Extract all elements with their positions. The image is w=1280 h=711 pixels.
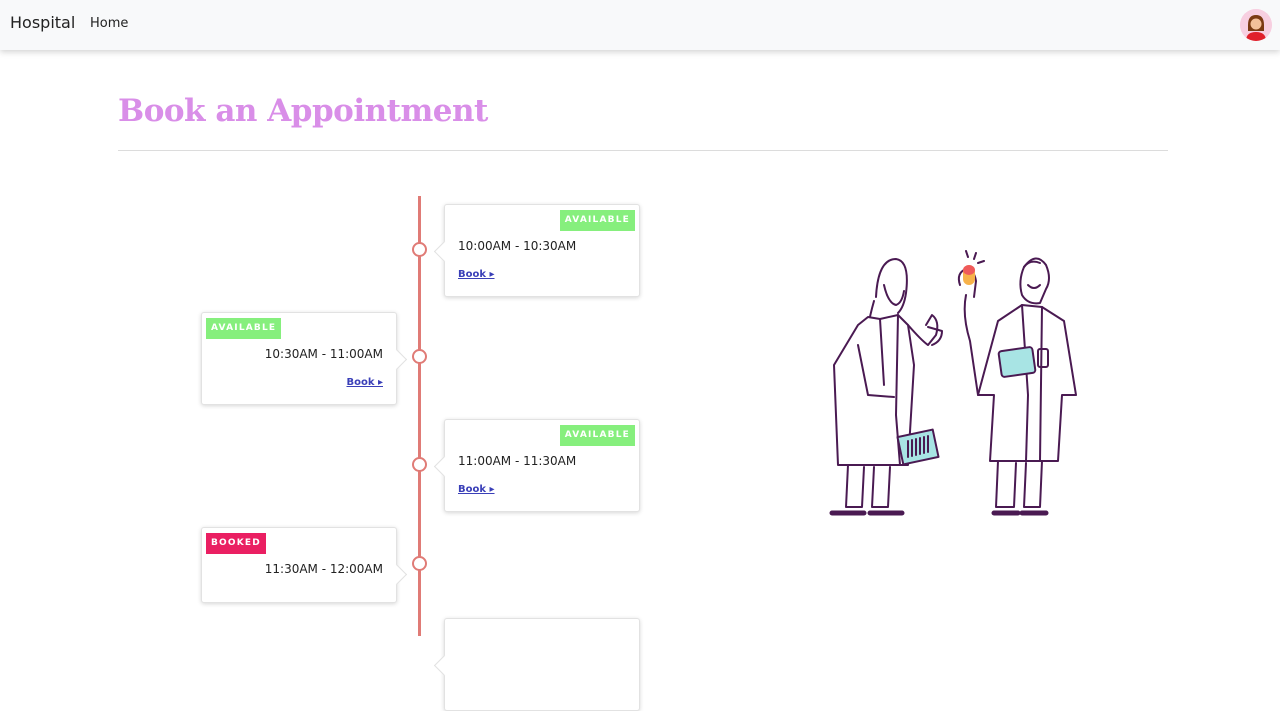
- book-link[interactable]: Book ▸: [458, 484, 495, 495]
- slot-card: BOOKED 11:30AM - 12:00AM: [201, 527, 397, 603]
- status-badge: AVAILABLE: [559, 210, 635, 231]
- timeline-node: [412, 457, 427, 472]
- timeline-node: [412, 556, 427, 571]
- user-avatar-icon[interactable]: [1240, 9, 1272, 41]
- book-link[interactable]: Book ▸: [458, 269, 495, 280]
- timeline-node: [412, 349, 427, 364]
- status-badge: AVAILABLE: [559, 425, 635, 446]
- slot-card: AVAILABLE 11:00AM - 11:30AM Book ▸: [444, 419, 640, 512]
- slot-time: 11:00AM - 11:30AM: [458, 454, 577, 468]
- slot-time: 10:00AM - 10:30AM: [458, 239, 577, 253]
- slot-time: 10:30AM - 11:00AM: [264, 347, 383, 361]
- brand-link[interactable]: Hospital: [10, 13, 75, 32]
- slot-time: 11:30AM - 12:00AM: [264, 562, 383, 576]
- doctors-illustration-icon: [818, 245, 1088, 525]
- nav-home-link[interactable]: Home: [90, 16, 128, 31]
- title-divider: [118, 150, 1168, 151]
- page-title: Book an Appointment: [118, 93, 488, 129]
- slot-card: AVAILABLE 10:00AM - 10:30AM Book ▸: [444, 204, 640, 297]
- status-badge: BOOKED: [206, 533, 266, 554]
- slot-card: AVAILABLE 10:30AM - 11:00AM Book ▸: [201, 312, 397, 405]
- book-link[interactable]: Book ▸: [346, 377, 383, 388]
- timeline-node: [412, 242, 427, 257]
- status-badge: AVAILABLE: [206, 318, 282, 339]
- navbar: Hospital Home: [0, 0, 1280, 50]
